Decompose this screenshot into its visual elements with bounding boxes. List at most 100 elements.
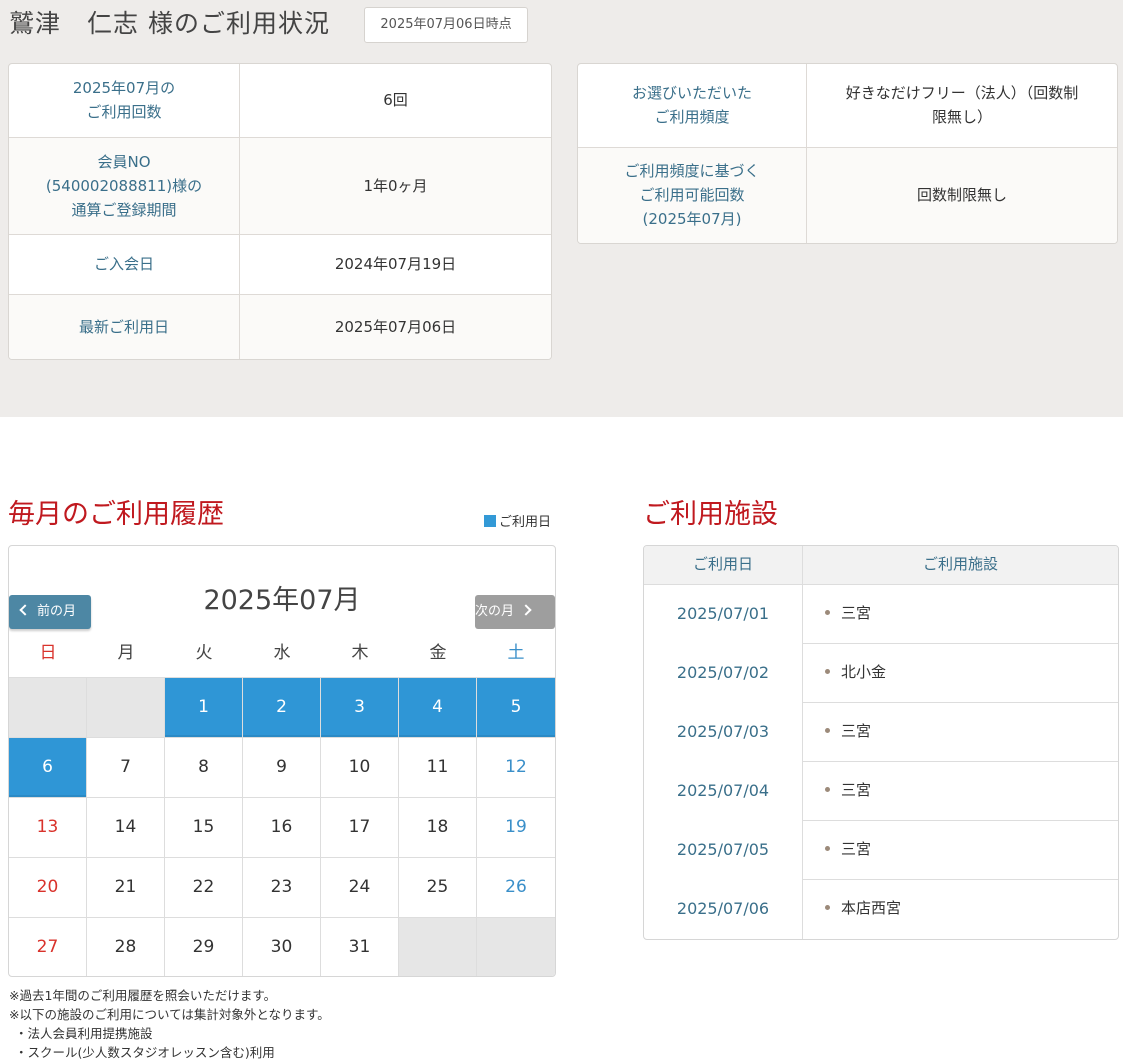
registration-period-value: 1年0ヶ月 — [239, 137, 551, 235]
facility-row: 2025/07/02 北小金 — [644, 644, 1118, 703]
bullet-icon — [825, 669, 830, 674]
plan-frequency-label: お選びいただいた ご利用頻度 — [578, 64, 807, 148]
calendar-day: 10 — [321, 738, 399, 797]
weekday-0: 日 — [39, 643, 57, 663]
calendar-empty-cell — [9, 678, 87, 737]
weekday-2: 火 — [195, 643, 213, 663]
bullet-icon — [825, 610, 830, 615]
facility-usage-date: 2025/07/03 — [644, 703, 803, 762]
note-line: ・スクール(少人数スタジオレッスン含む)利用 — [15, 1045, 275, 1060]
calendar-day: 23 — [243, 858, 321, 917]
monthly-usage-count-value: 6回 — [239, 64, 551, 138]
calendar-day: 19 — [505, 817, 527, 837]
facility-name: 三宮 — [841, 722, 872, 740]
prev-month-button[interactable]: 前の月 — [9, 595, 91, 629]
calendar-day: 6 — [9, 738, 87, 797]
weekday-6: 土 — [507, 643, 525, 663]
weekday-5: 金 — [429, 643, 447, 663]
calendar-day: 7 — [87, 738, 165, 797]
facility-name: 三宮 — [841, 781, 872, 799]
legend-label: ご利用日 — [499, 515, 552, 530]
facility-name: 本店西宮 — [841, 899, 902, 917]
next-month-button[interactable]: 次の月 — [475, 595, 555, 629]
facility-row: 2025/07/06 本店西宮 — [644, 880, 1118, 939]
calendar-day: 26 — [505, 877, 527, 897]
registration-period-label: 会員NO (540002088811)様の 通算ご登録期間 — [9, 137, 240, 235]
status-summary-section: 鷲津 仁志 様のご利用状況 2025年07月06日時点 2025年07月の ご利… — [0, 0, 1123, 417]
note-line: ※過去1年間のご利用履歴を照会いただけます。 — [9, 988, 277, 1003]
history-heading: 毎月のご利用履歴 — [8, 499, 224, 530]
available-count-label: ご利用頻度に基づく ご利用可能回数 (2025年07月) — [578, 147, 807, 243]
plan-frequency-value: 好きなだけフリー（法人）（回数制 限無し） — [806, 64, 1117, 148]
calendar-day: 24 — [321, 858, 399, 917]
calendar-day: 4 — [399, 678, 477, 737]
facility-name-cell: 三宮 — [803, 585, 1118, 644]
calendar-day: 30 — [243, 918, 321, 976]
plan-summary-table: お選びいただいた ご利用頻度 好きなだけフリー（法人）（回数制 限無し） ご利用… — [577, 63, 1118, 244]
col-header-date: ご利用日 — [644, 546, 803, 584]
bullet-icon — [825, 905, 830, 910]
join-date-label: ご入会日 — [9, 234, 240, 295]
last-usage-date-value: 2025年07月06日 — [239, 294, 551, 359]
last-usage-date-label: 最新ご利用日 — [9, 294, 240, 359]
legend-swatch — [484, 515, 496, 527]
calendar-day: 12 — [505, 757, 527, 777]
calendar-day: 2 — [243, 678, 321, 737]
history-notes: ※過去1年間のご利用履歴を照会いただけます。 ※以下の施設のご利用については集計対… — [9, 986, 330, 1062]
note-line: ・法人会員利用提携施設 — [15, 1026, 153, 1041]
usage-summary-table: 2025年07月の ご利用回数 6回 会員NO (540002088811)様の… — [8, 63, 552, 360]
calendar-day: 13 — [9, 798, 87, 857]
calendar-grid: 1 2 3 4 5 6 7 8 9 10 11 12 13 14 15 16 17 18 19 20 21 22 23 24 2… — [9, 677, 555, 976]
bullet-icon — [825, 787, 830, 792]
facility-row: 2025/07/03 三宮 — [644, 703, 1118, 762]
facility-name: 三宮 — [841, 604, 872, 622]
as-of-date-badge: 2025年07月06日時点 — [364, 7, 528, 43]
page-title: 鷲津 仁志 様のご利用状況 — [9, 9, 330, 38]
bullet-icon — [825, 728, 830, 733]
calendar-empty-cell — [87, 678, 165, 737]
facilities-table: ご利用日 ご利用施設 2025/07/01 三宮 2025/07/02 北小金 2025… — [643, 545, 1119, 940]
prev-month-label: 前の月 — [37, 604, 77, 619]
facility-row: 2025/07/04 三宮 — [644, 762, 1118, 821]
facility-name-cell: 本店西宮 — [803, 880, 1118, 939]
calendar-week: 20 21 22 23 24 25 26 — [9, 857, 555, 917]
calendar-day: 11 — [399, 738, 477, 797]
calendar-day: 21 — [87, 858, 165, 917]
facility-name-cell: 三宮 — [803, 821, 1118, 880]
facility-row: 2025/07/01 三宮 — [644, 585, 1118, 644]
facilities-table-header: ご利用日 ご利用施設 — [644, 546, 1118, 585]
weekday-header: 日月火水木金土 — [9, 630, 555, 678]
facility-usage-date: 2025/07/04 — [644, 762, 803, 821]
calendar-day: 8 — [165, 738, 243, 797]
calendar-day: 29 — [165, 918, 243, 976]
facility-row: 2025/07/05 三宮 — [644, 821, 1118, 880]
weekday-4: 木 — [351, 643, 369, 663]
facility-name-cell: 三宮 — [803, 703, 1118, 762]
col-header-facility: ご利用施設 — [922, 555, 998, 573]
monthly-usage-count-label: 2025年07月の ご利用回数 — [9, 64, 240, 138]
calendar-day: 14 — [87, 798, 165, 857]
chevron-right-icon — [520, 604, 532, 616]
calendar-week: 13 14 15 16 17 18 19 — [9, 797, 555, 857]
calendar-day: 31 — [321, 918, 399, 976]
calendar-empty-cell — [477, 918, 555, 976]
facility-name-cell: 北小金 — [803, 644, 1118, 703]
calendar-day: 5 — [477, 678, 555, 737]
calendar-week: 27 28 29 30 31 — [9, 917, 555, 976]
calendar-day: 1 — [165, 678, 243, 737]
facility-usage-date: 2025/07/02 — [644, 644, 803, 703]
calendar-day: 22 — [165, 858, 243, 917]
available-count-value: 回数制限無し — [806, 147, 1117, 243]
calendar-week: 12345 — [9, 677, 555, 737]
calendar-day: 20 — [9, 858, 87, 917]
calendar-day: 9 — [243, 738, 321, 797]
calendar-day: 27 — [9, 918, 87, 976]
calendar-day: 18 — [399, 798, 477, 857]
legend: ご利用日 — [484, 511, 551, 530]
calendar-day: 28 — [87, 918, 165, 976]
calendar-day: 16 — [243, 798, 321, 857]
calendar-day: 3 — [321, 678, 399, 737]
next-month-label: 次の月 — [475, 604, 515, 619]
facility-usage-date: 2025/07/05 — [644, 821, 803, 880]
facility-usage-date: 2025/07/06 — [644, 880, 803, 939]
